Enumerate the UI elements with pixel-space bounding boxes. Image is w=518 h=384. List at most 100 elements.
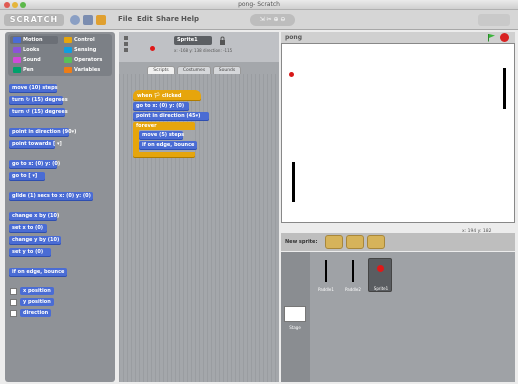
menu-bar: SCRATCH File Edit Share Help ⇲ ✂ ⊕ ⊖ xyxy=(0,10,518,30)
random-sprite-icon[interactable] xyxy=(367,235,385,249)
forever-label: forever xyxy=(136,123,157,129)
category-label: Control xyxy=(74,37,95,43)
category-label: Sensing xyxy=(74,47,97,53)
category-variables[interactable]: Variables xyxy=(61,66,109,74)
forever-block[interactable]: forever xyxy=(133,122,195,158)
scratch-logo: SCRATCH xyxy=(4,14,64,26)
paddle2-sprite[interactable] xyxy=(292,162,295,202)
move-steps-block[interactable]: move (5) steps xyxy=(139,131,184,140)
paddle1-sprite[interactable] xyxy=(503,68,506,109)
palette-block[interactable]: go to [ ▾] xyxy=(9,172,45,181)
reporter-checkbox[interactable] xyxy=(10,299,17,306)
sprite1-dot xyxy=(377,265,384,272)
menu-edit[interactable]: Edit xyxy=(137,15,153,23)
go-to-xy-block[interactable]: go to x: (0) y: (0) xyxy=(133,102,189,111)
category-label: Motion xyxy=(23,37,43,43)
category-swatch xyxy=(13,67,21,73)
palette-block[interactable]: move (10) steps xyxy=(9,84,58,93)
green-flag-icon[interactable] xyxy=(487,33,496,42)
rotation-style-icon[interactable] xyxy=(123,35,135,55)
category-swatch xyxy=(13,47,21,53)
category-swatch xyxy=(64,57,72,63)
palette-block[interactable]: glide (1) secs to x: (0) y: (0) xyxy=(9,192,93,201)
palette-block[interactable]: change x by (10) xyxy=(9,212,59,221)
category-motion[interactable]: Motion xyxy=(10,36,58,44)
palette-block[interactable]: go to x: (0) y: (0) xyxy=(9,160,60,169)
reporter-block[interactable]: direction xyxy=(20,309,52,317)
palette-block[interactable]: set x to (0) xyxy=(9,224,47,233)
point-in-direction-block[interactable]: point in direction (45▾) xyxy=(133,112,209,121)
save-icon[interactable] xyxy=(83,15,93,25)
category-swatch xyxy=(64,67,72,73)
view-mode-buttons[interactable] xyxy=(478,14,510,26)
stage-canvas[interactable] xyxy=(281,43,515,223)
stage-header: pong xyxy=(281,32,515,43)
palette-block[interactable]: if on edge, bounce xyxy=(9,268,67,277)
reporter-block[interactable]: x position xyxy=(20,287,54,295)
share-icon[interactable] xyxy=(96,15,106,25)
new-sprite-bar: New sprite: xyxy=(281,233,515,251)
stage-thumbnail[interactable] xyxy=(284,306,306,322)
category-control[interactable]: Control xyxy=(61,36,109,44)
sprite-thumbnail xyxy=(150,46,155,51)
choose-sprite-from-file-icon[interactable] xyxy=(346,235,364,249)
category-selector: Motion Control Looks Sensing Sound Operators P… xyxy=(8,34,112,76)
menu-file[interactable]: File xyxy=(118,15,132,23)
language-globe-icon[interactable] xyxy=(70,15,80,25)
reporter-block[interactable]: y position xyxy=(20,298,54,306)
sprite-info-header: Sprite1 x: -168 y: 138 direction: -115 xyxy=(119,32,279,62)
new-sprite-label: New sprite: xyxy=(285,239,318,245)
lock-icon[interactable] xyxy=(219,36,226,45)
stage-thumbnail-label: Stage xyxy=(289,325,301,330)
sprite-thumb-paddle1[interactable]: Paddle1 xyxy=(314,258,338,292)
palette-block[interactable]: point in direction (90▾) xyxy=(9,128,76,137)
sprite-thumb-label: Paddle1 xyxy=(318,287,334,292)
sprite-thumb-label: Paddle2 xyxy=(345,287,361,292)
category-sensing[interactable]: Sensing xyxy=(61,46,109,54)
title-bar: pong- Scratch xyxy=(0,0,518,10)
palette-block[interactable]: turn ↺ (15) degrees xyxy=(9,108,68,117)
project-name: pong xyxy=(285,34,302,41)
scripts-pane: Sprite1 x: -168 y: 138 direction: -115 S… xyxy=(119,32,279,382)
sprite-name-field[interactable]: Sprite1 xyxy=(174,36,212,45)
palette-block[interactable]: turn ↻ (15) degrees xyxy=(9,96,68,105)
window-title: pong- Scratch xyxy=(238,1,280,8)
sprite-thumb-paddle2[interactable]: Paddle2 xyxy=(341,258,365,292)
ball-sprite[interactable] xyxy=(289,72,294,77)
when-flag-clicked-block[interactable]: when 🏳 clicked xyxy=(133,90,201,101)
category-label: Variables xyxy=(74,67,101,73)
scripts-canvas[interactable]: when 🏳 clicked go to x: (0) y: (0) point… xyxy=(119,74,279,382)
palette-block[interactable]: set y to (0) xyxy=(9,248,51,257)
if-on-edge-bounce-block[interactable]: if on edge, bounce xyxy=(139,141,197,150)
sprite-list: Stage Paddle1 Paddle2 Sprite1 xyxy=(281,252,515,382)
sprite-coordinates: x: -168 y: 138 direction: -115 xyxy=(174,48,233,53)
stage-tool-buttons[interactable]: ⇲ ✂ ⊕ ⊖ xyxy=(250,14,295,26)
category-swatch xyxy=(64,37,72,43)
category-label: Operators xyxy=(74,57,103,63)
stage-column: Stage xyxy=(281,252,310,382)
menu-share[interactable]: Share xyxy=(156,15,179,23)
tab-sounds[interactable]: Sounds xyxy=(213,66,241,74)
category-operators[interactable]: Operators xyxy=(61,56,109,64)
reporter-checkbox[interactable] xyxy=(10,288,17,295)
category-label: Sound xyxy=(23,57,41,63)
category-sound[interactable]: Sound xyxy=(10,56,58,64)
paint-new-sprite-icon[interactable] xyxy=(325,235,343,249)
category-label: Looks xyxy=(23,47,40,53)
category-swatch xyxy=(64,47,72,53)
reporter-checkbox[interactable] xyxy=(10,310,17,317)
category-looks[interactable]: Looks xyxy=(10,46,58,54)
category-pen[interactable]: Pen xyxy=(10,66,58,74)
tab-scripts[interactable]: Scripts xyxy=(147,66,175,74)
palette-block[interactable]: change y by (10) xyxy=(9,236,61,245)
sprite-thumb-label: Sprite1 xyxy=(373,286,389,291)
palette-block[interactable]: point towards [ ▾] xyxy=(9,140,62,149)
category-label: Pen xyxy=(23,67,34,73)
block-palette: Motion Control Looks Sensing Sound Operators P… xyxy=(5,32,115,382)
category-swatch xyxy=(13,37,21,43)
palette-blocks: move (10) steps turn ↻ (15) degrees turn ↺… xyxy=(5,80,115,380)
tab-costumes[interactable]: Costumes xyxy=(177,66,211,74)
stop-sign-icon[interactable] xyxy=(500,33,509,42)
menu-help[interactable]: Help xyxy=(181,15,199,23)
sprite-thumb-sprite1[interactable]: Sprite1 xyxy=(368,258,392,292)
